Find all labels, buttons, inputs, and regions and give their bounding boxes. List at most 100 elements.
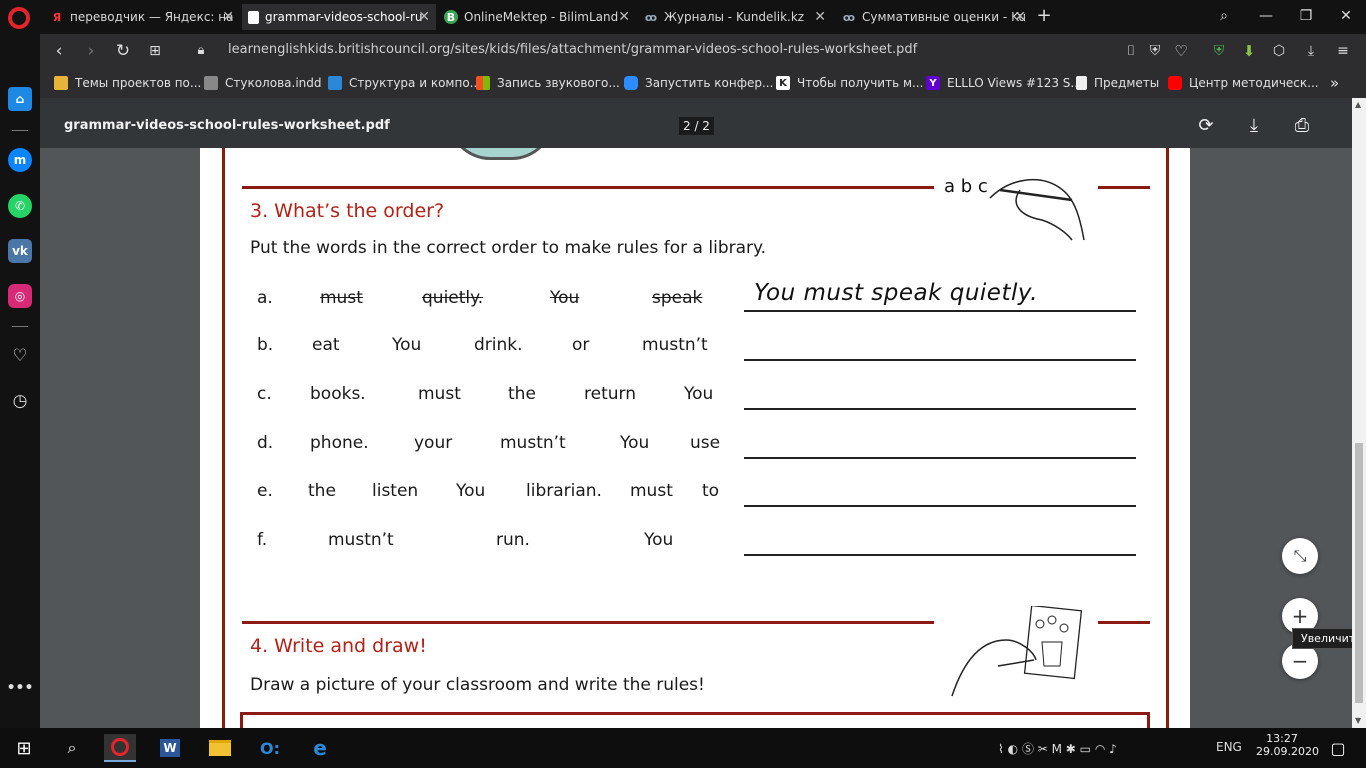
clock[interactable]: 13:27 29.09.2020 <box>1256 732 1319 758</box>
bookmark-item[interactable]: Центр методическ... <box>1168 75 1319 91</box>
lock-icon[interactable]: 🔒︎ <box>190 40 212 62</box>
camera-icon[interactable]: ⌷ <box>1120 40 1142 62</box>
bookmark-item[interactable]: Y ELLLO Views #123 S... <box>926 75 1082 91</box>
scrambled-word: listen <box>372 481 419 501</box>
scrambled-word: You <box>644 530 674 550</box>
outlook-icon[interactable]: O: <box>254 734 286 762</box>
scrambled-word: quietly. <box>422 288 484 308</box>
scrambled-word: must <box>630 481 673 501</box>
notifications-icon[interactable]: ▢ <box>1322 734 1354 762</box>
home-icon[interactable]: ⌂ <box>8 87 32 111</box>
more-icon[interactable]: ••• <box>7 676 34 700</box>
tiles-icon[interactable]: ⊞ <box>144 40 166 62</box>
scroll-up-icon[interactable]: ▲ <box>1355 100 1361 109</box>
heart-icon[interactable]: ♡ <box>8 344 32 368</box>
bookmark-item[interactable]: Темы проектов по... <box>54 75 201 91</box>
tab-kundelik-summative[interactable]: ꝏ Суммативные оценки - Ku ✕ <box>838 4 1032 30</box>
print-icon[interactable]: ⎙ <box>1290 114 1314 138</box>
scrollbar-thumb[interactable] <box>1355 443 1363 703</box>
scrambled-word: eat <box>312 335 340 355</box>
reload-icon[interactable]: ↻ <box>112 40 134 62</box>
new-tab-icon[interactable]: + <box>1032 5 1056 27</box>
drawing-hand-illustration <box>951 606 1083 697</box>
section4-instruction: Draw a picture of your classroom and wri… <box>250 675 705 695</box>
instagram-icon[interactable]: ◎ <box>8 284 32 308</box>
url-input[interactable]: learnenglishkids.britishcouncil.org/site… <box>228 42 917 57</box>
restore-icon[interactable]: ❐ <box>1294 5 1318 27</box>
bookmark-item[interactable]: K Чтобы получить м... <box>776 75 923 91</box>
fit-page-button[interactable]: ⤡ <box>1282 538 1318 574</box>
rotate-icon[interactable]: ⟳ <box>1194 114 1218 138</box>
search-tabs-icon[interactable]: ⌕ <box>1212 5 1236 27</box>
scrambled-word: or <box>572 335 590 355</box>
word-icon[interactable]: W <box>154 734 186 762</box>
file-explorer-icon[interactable] <box>204 734 236 762</box>
close-tab-icon[interactable]: ✕ <box>814 9 826 25</box>
download-extension-icon[interactable]: ⬇ <box>1238 40 1260 62</box>
opera-menu-icon[interactable] <box>8 7 30 29</box>
cube-extension-icon[interactable]: ⬡ <box>1268 40 1290 62</box>
vpn-shield-icon[interactable]: ⛨ <box>1208 40 1230 62</box>
tab-kundelik-journals[interactable]: ꝏ Журналы - Kundelik.kz ✕ <box>640 4 832 30</box>
vk-icon[interactable]: vk <box>8 239 32 263</box>
back-icon[interactable]: ‹ <box>48 40 70 62</box>
tab-grammar-worksheet[interactable]: grammar-videos-school-ru ✕ <box>242 4 436 30</box>
vertical-scrollbar[interactable]: ▲ ▼ <box>1352 98 1366 728</box>
bookmark-item[interactable]: Запись звукового... <box>476 75 620 91</box>
attachment-icon <box>204 76 218 90</box>
close-window-icon[interactable]: ✕ <box>1334 5 1358 27</box>
writing-hand-illustration <box>989 178 1085 241</box>
row-label: c. <box>257 384 272 404</box>
forward-icon[interactable]: › <box>80 40 102 62</box>
menu-icon[interactable]: ≡ <box>1332 40 1354 62</box>
tab-bilimland[interactable]: B OnlineMektep - BilimLand ✕ <box>440 4 636 30</box>
row-label: b. <box>257 335 274 355</box>
close-tab-icon[interactable]: ✕ <box>222 9 234 25</box>
scrambled-word: You <box>392 335 422 355</box>
search-icon[interactable]: ⌕ <box>56 734 88 762</box>
scrambled-word: mustn’t <box>328 530 394 550</box>
scrambled-word: return <box>584 384 636 404</box>
whatsapp-icon[interactable]: ✆ <box>8 194 32 218</box>
page-indicator[interactable]: 2 / 2 <box>679 117 714 135</box>
scrambled-word: use <box>690 433 721 453</box>
kundelik-icon: ꝏ <box>644 10 658 24</box>
start-windows-icon[interactable]: ⊞ <box>8 734 40 762</box>
history-icon[interactable]: ◷ <box>8 389 32 413</box>
tray-icons[interactable]: ⌇ ◐ Ⓢ ✂ M ✱ ▭ ◠ ♪ <box>998 740 1117 757</box>
scrambled-word: You <box>550 288 580 308</box>
scrambled-word: librarian. <box>526 481 602 501</box>
row-label: e. <box>257 481 273 501</box>
cube-icon <box>328 76 342 90</box>
close-tab-icon[interactable]: ✕ <box>1014 9 1026 25</box>
more-bookmarks-icon[interactable]: » <box>1330 74 1339 92</box>
close-tab-icon[interactable]: ✕ <box>618 9 630 25</box>
section-divider <box>1098 186 1150 189</box>
bilimland-icon: B <box>444 10 458 24</box>
scrambled-word: must <box>418 384 461 404</box>
edge-icon[interactable]: e <box>304 734 336 762</box>
messenger-icon[interactable]: m <box>8 148 32 172</box>
opera-taskbar-icon[interactable] <box>104 734 136 762</box>
scrambled-word: to <box>702 481 720 501</box>
tab-yandex[interactable]: Я переводчик — Яндекс: на ✕ <box>44 4 240 30</box>
row-label: d. <box>257 433 274 453</box>
bookmark-item[interactable]: Предметы <box>1076 75 1159 91</box>
scroll-down-icon[interactable]: ▼ <box>1355 716 1361 725</box>
download-icon[interactable]: ⤓ <box>1242 114 1266 138</box>
adblock-icon[interactable]: ⛨ <box>1144 40 1166 62</box>
answer-line <box>744 505 1136 507</box>
language-indicator[interactable]: ENG <box>1216 740 1242 754</box>
bookmark-item[interactable]: Стуколова.indd <box>204 75 322 91</box>
minimize-icon[interactable]: — <box>1254 5 1278 27</box>
bookmark-item[interactable]: Структура и компо... <box>328 75 481 91</box>
heart-bookmark-icon[interactable]: ♡ <box>1170 40 1192 62</box>
section-divider <box>242 186 934 189</box>
scrambled-word: books. <box>310 384 366 404</box>
bookmark-item[interactable]: Запустить конфер... <box>624 75 773 91</box>
clock-time: 13:27 <box>1266 732 1298 745</box>
downloads-icon[interactable]: ⤓ <box>1300 40 1322 62</box>
close-tab-icon[interactable]: ✕ <box>418 9 430 25</box>
yandex-icon: Я <box>52 10 62 24</box>
bookmarks-bar: Темы проектов по... Стуколова.indd Струк… <box>40 68 1366 98</box>
